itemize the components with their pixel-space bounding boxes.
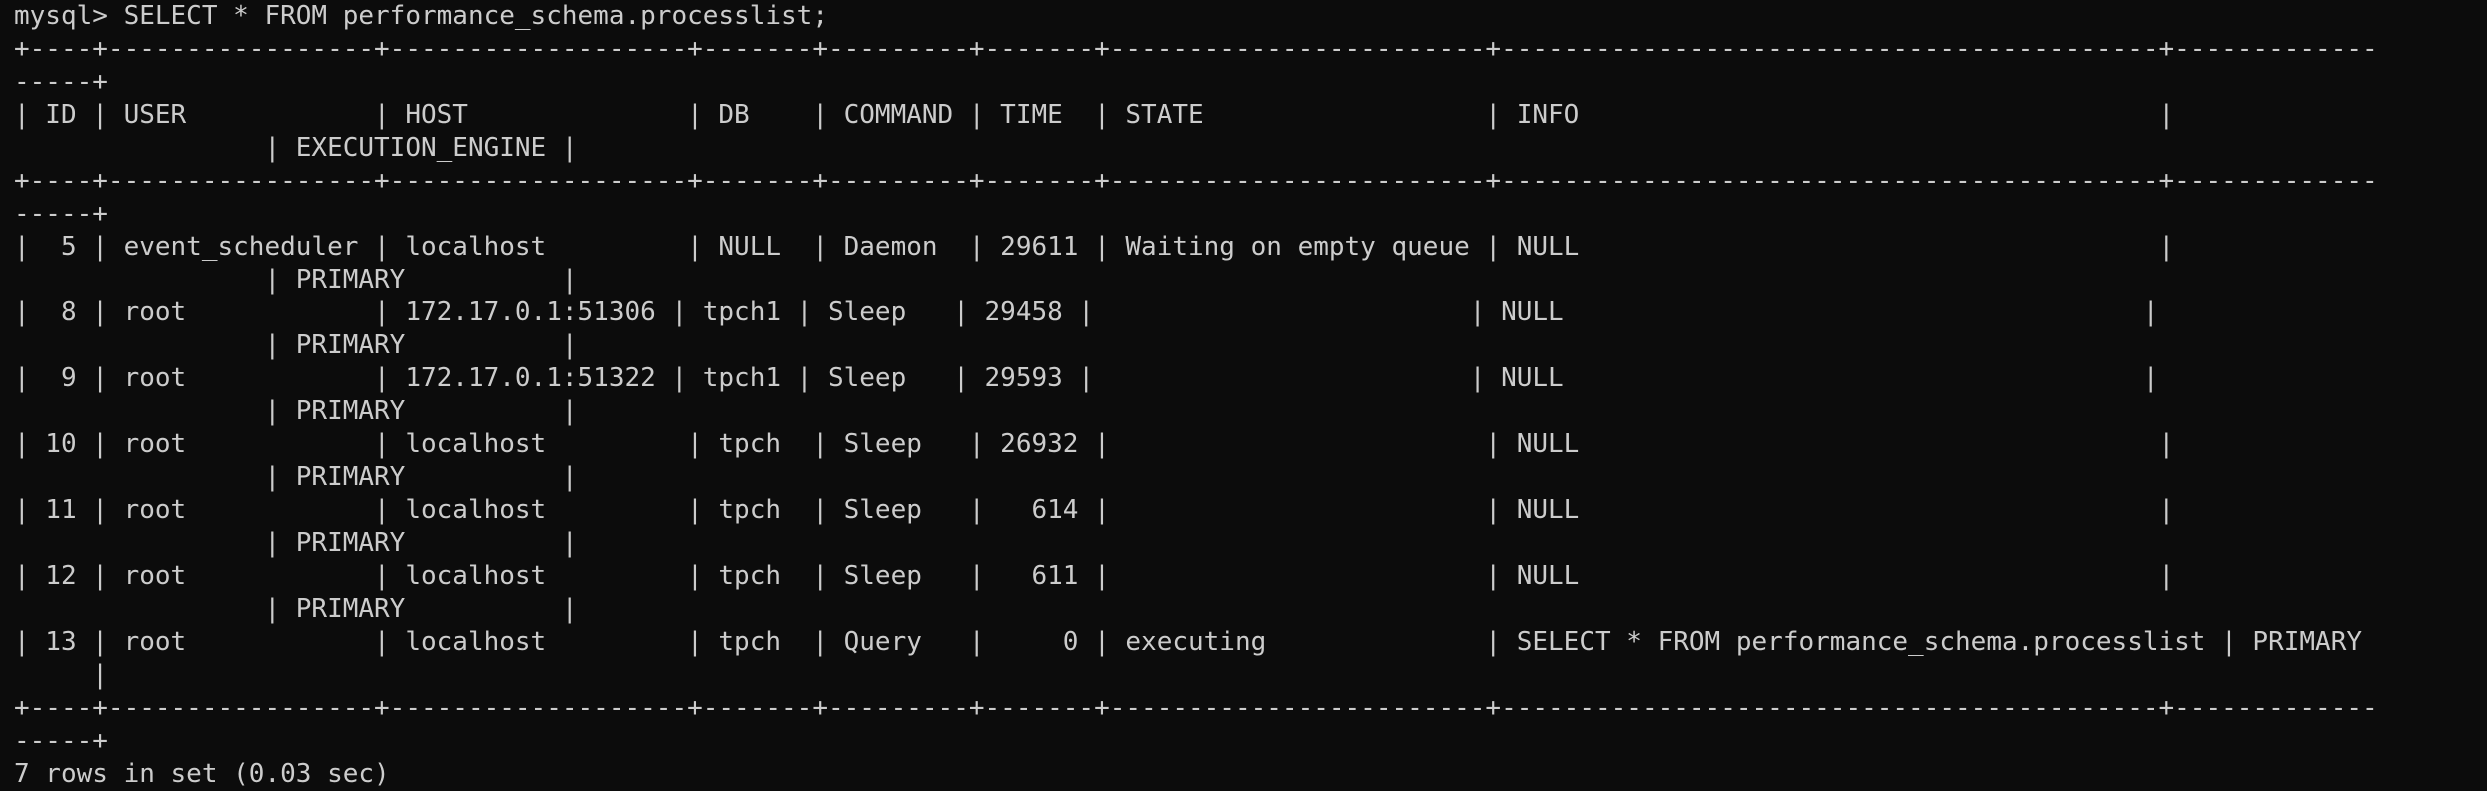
table-border-bottom-wrap: -----+ [14,725,108,756]
table-row-wrap: | PRIMARY | [14,396,578,427]
table-border-header: +----+-----------------+----------------… [14,165,2378,196]
table-border-header-wrap: -----+ [14,198,108,229]
table-row-wrap: | PRIMARY | [14,264,578,295]
table-row: | 11 | root | localhost | tpch | Sleep |… [14,495,2175,526]
terminal-window[interactable]: mysql> SELECT * FROM performance_schema.… [0,0,2487,791]
table-row-wrap: | [14,659,108,690]
table-row: | 8 | root | 172.17.0.1:51306 | tpch1 | … [14,297,2159,328]
command-line: mysql> SELECT * FROM performance_schema.… [14,1,828,31]
table-row: | 9 | root | 172.17.0.1:51322 | tpch1 | … [14,363,2159,394]
table-border-top: +----+-----------------+----------------… [14,33,2378,64]
table-border-bottom: +----+-----------------+----------------… [14,692,2378,723]
table-row-wrap: | PRIMARY | [14,528,578,558]
table-header-row-wrap: | EXECUTION_ENGINE | [14,132,578,163]
table-row: | 10 | root | localhost | tpch | Sleep |… [14,429,2175,460]
result-summary: 7 rows in set (0.03 sec) [14,758,390,789]
table-row: | 5 | event_scheduler | localhost | NULL… [14,231,2175,262]
table-row: | 13 | root | localhost | tpch | Query |… [14,626,2362,657]
table-header-row: | ID | USER | HOST | DB | COMMAND | TIME… [14,99,2190,130]
table-row-wrap: | PRIMARY | [14,462,578,493]
table-row-wrap: | PRIMARY | [14,330,578,361]
table-row-wrap: | PRIMARY | [14,593,578,624]
table-row: | 12 | root | localhost | tpch | Sleep |… [14,560,2175,591]
table-border-top-wrap: -----+ [14,66,108,97]
